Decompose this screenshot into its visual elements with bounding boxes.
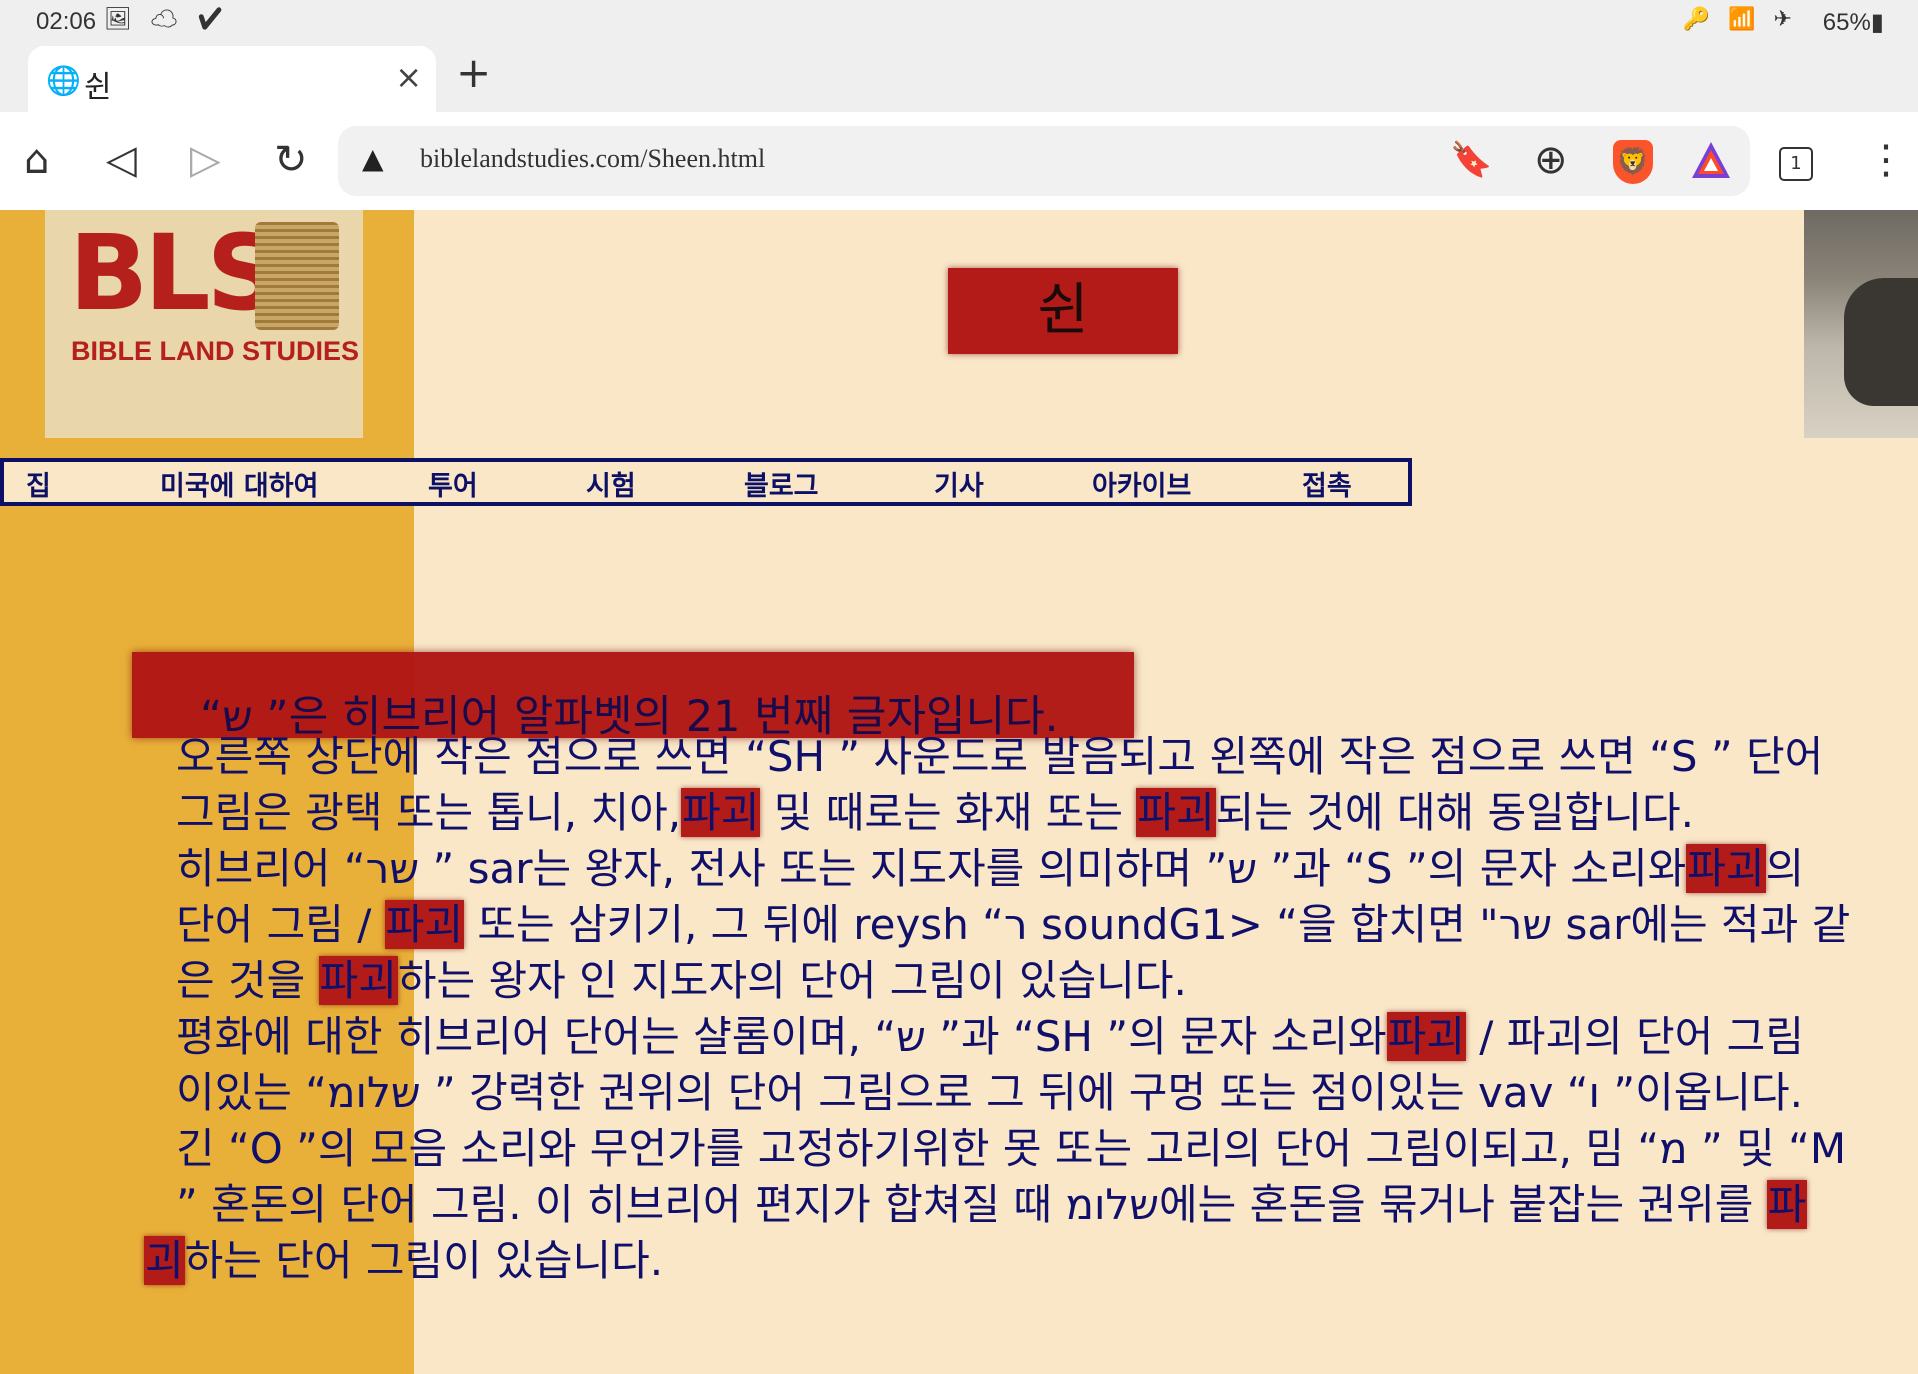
web-page: BLS BIBLE LAND STUDIES 쉰 집 미국에 대하여 투어 시험…: [0, 210, 1918, 1374]
new-tab-button[interactable]: +: [456, 48, 491, 97]
highlighted-word: 괴: [144, 1236, 185, 1285]
nav-about[interactable]: 미국에 대하여: [160, 464, 318, 503]
browser-toolbar: ⌂ ◁ ▷ ↻ ▲ biblelandstudies.com/Sheen.htm…: [0, 112, 1918, 210]
download-icon[interactable]: ⊕: [1534, 136, 1568, 184]
scroll-icon: [255, 222, 339, 330]
nav-archive[interactable]: 아카이브: [1092, 464, 1191, 503]
highlighted-word: 파괴: [384, 900, 465, 949]
battery-indicator: 65%▮: [1822, 9, 1884, 36]
header-photo: [1804, 210, 1918, 438]
highlighted-word: 파괴: [681, 788, 761, 837]
page-title: 쉰: [1037, 278, 1089, 343]
body-text: 오른쪽 상단에 작은 점으로 쓰면 “SH ” 사운드로 발음되고 왼쪽에 작은…: [176, 732, 1824, 781]
browser-tab[interactable]: 🌐 쉰 ×: [28, 46, 436, 112]
body-text: 그림은 광택 또는 톱니, 치아,: [176, 788, 682, 837]
body-line: 은 것을 파괴하는 왕자 인 지도자의 단어 그림이 있습니다.: [176, 956, 1906, 1014]
logo-subtitle: BIBLE LAND STUDIES: [71, 336, 360, 366]
reload-icon[interactable]: ↻: [274, 136, 308, 184]
url-text[interactable]: biblelandstudies.com/Sheen.html: [420, 144, 765, 174]
nav-tours[interactable]: 투어: [428, 464, 478, 503]
page-title-banner: 쉰: [948, 268, 1178, 354]
body-line: 이있는 “שלומ ” 강력한 권위의 단어 그림으로 그 뒤에 구멍 또는 점…: [176, 1070, 1906, 1126]
status-time: 02:06: [36, 8, 97, 35]
brave-shields-icon[interactable]: 🦁: [1613, 140, 1653, 184]
body-text: ” 혼돈의 단어 그림. 이 히브리어 편지가 합쳐질 때 שלומ에는 혼돈을…: [176, 1180, 1767, 1229]
body-text: 되는 것에 대해 동일합니다.: [1215, 788, 1695, 837]
nav-tests[interactable]: 시험: [586, 464, 636, 503]
status-bar: 02:06 🖼 ☁ ✔ 🔑 📶 ✈ 65%▮: [0, 0, 1918, 42]
body-text: 은 것을: [176, 956, 319, 1005]
body-line: 평화에 대한 히브리어 단어는 샬롬이며, “ש ”과 “SH ”의 문자 소리…: [176, 1012, 1906, 1070]
body-text: 하는 단어 그림이 있습니다.: [184, 1236, 664, 1285]
nav-blog[interactable]: 블로그: [744, 464, 819, 503]
notification-icons: 🖼 ☁ ✔: [104, 6, 231, 31]
body-line: 그림은 광택 또는 톱니, 치아,파괴 및 때로는 화재 또는 파괴되는 것에 …: [176, 788, 1906, 846]
site-logo[interactable]: BLS BIBLE LAND STUDIES: [45, 210, 363, 438]
tab-strip: 🌐 쉰 × +: [0, 42, 1918, 112]
body-text: 또는 삼키기, 그 뒤에 reysh “ר soundG1> “을 합치면 "ש…: [464, 900, 1851, 949]
main-nav: 집 미국에 대하여 투어 시험 블로그 기사 아카이브 접촉: [0, 458, 1412, 506]
home-icon[interactable]: ⌂: [24, 136, 49, 184]
bookmark-icon[interactable]: 🔖: [1450, 136, 1492, 184]
system-icons: 🔑 📶 ✈: [1682, 6, 1798, 31]
highlighted-word: 파괴: [1136, 788, 1216, 837]
brave-rewards-icon[interactable]: [1690, 140, 1732, 180]
body-line: 긴 “O ”의 모음 소리와 무언가를 고정하기위한 못 또는 고리의 단어 그…: [176, 1126, 1906, 1182]
body-line: 괴하는 단어 그림이 있습니다.: [144, 1236, 1906, 1294]
body-line: ” 혼돈의 단어 그림. 이 히브리어 편지가 합쳐질 때 שלומ에는 혼돈을…: [176, 1180, 1906, 1238]
close-tab-icon[interactable]: ×: [395, 58, 422, 96]
body-text: 이있는 “שלומ ” 강력한 권위의 단어 그림으로 그 뒤에 구멍 또는 점…: [176, 1068, 1804, 1117]
body-text: 의: [1765, 844, 1805, 893]
body-line: 히브리어 “שר ” sar는 왕자, 전사 또는 지도자를 의미하며 ”ש ”…: [176, 844, 1906, 902]
highlighted-word: 파괴: [1386, 1012, 1466, 1061]
stone-vessel-image: [1844, 278, 1918, 406]
body-text: / 파괴의 단어 그림: [1465, 1012, 1804, 1061]
logo-wordmark: BLS: [69, 212, 281, 334]
body-text: 긴 “O ”의 모음 소리와 무언가를 고정하기위한 못 또는 고리의 단어 그…: [176, 1124, 1847, 1173]
nav-contact[interactable]: 접촉: [1302, 464, 1352, 503]
warning-icon[interactable]: ▲: [362, 142, 384, 175]
forward-icon[interactable]: ▷: [190, 136, 221, 184]
highlighted-word: 파: [1766, 1180, 1808, 1229]
tab-switcher-button[interactable]: 1: [1779, 147, 1813, 181]
body-line: 단어 그림 / 파괴 또는 삼키기, 그 뒤에 reysh “ר soundG1…: [176, 900, 1906, 958]
article-body: 오른쪽 상단에 작은 점으로 쓰면 “SH ” 사운드로 발음되고 왼쪽에 작은…: [144, 734, 1906, 1294]
body-text: 평화에 대한 히브리어 단어는 샬롬이며, “ש ”과 “SH ”의 문자 소리…: [176, 1012, 1387, 1061]
nav-articles[interactable]: 기사: [934, 464, 984, 503]
back-icon[interactable]: ◁: [106, 136, 137, 184]
globe-icon: 🌐: [46, 64, 81, 97]
highlighted-word: 파괴: [1686, 844, 1766, 893]
body-text: 히브리어 “שר ” sar는 왕자, 전사 또는 지도자를 의미하며 ”ש ”…: [176, 844, 1687, 893]
tab-title: 쉰: [84, 70, 112, 105]
body-text: 단어 그림 /: [176, 900, 385, 949]
nav-home[interactable]: 집: [26, 464, 51, 503]
body-text: 하는 왕자 인 지도자의 단어 그림이 있습니다.: [397, 956, 1187, 1005]
body-line: 오른쪽 상단에 작은 점으로 쓰면 “SH ” 사운드로 발음되고 왼쪽에 작은…: [176, 734, 1906, 790]
highlighted-word: 파괴: [318, 956, 398, 1005]
body-text: 및 때로는 화재 또는: [760, 788, 1137, 837]
menu-icon[interactable]: ⋮: [1866, 136, 1906, 184]
